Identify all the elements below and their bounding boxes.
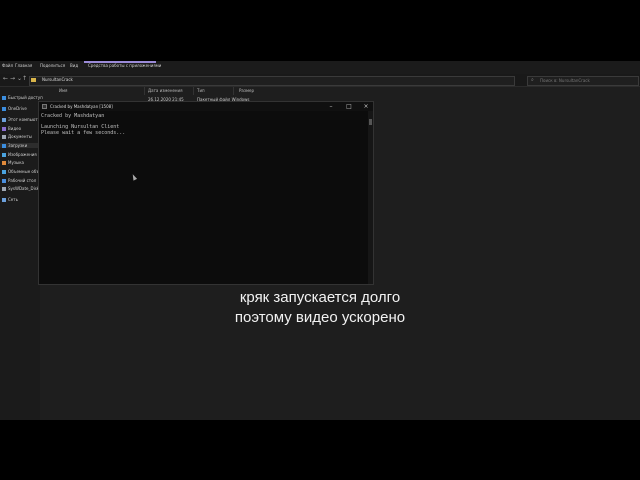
music-icon	[2, 161, 6, 165]
sidebar-item[interactable]: Сеть	[2, 197, 18, 202]
address-path: NursultanCrack	[42, 77, 73, 82]
column-date[interactable]: Дата изменения	[148, 88, 183, 93]
column-separator[interactable]	[233, 87, 234, 95]
search-placeholder: Поиск в: NursultanCrack	[540, 78, 590, 83]
sidebar-item[interactable]: SysWDate_Disk (	[2, 186, 42, 191]
video-caption: кряк запускается долго поэтому видео уск…	[0, 288, 640, 328]
ribbon-bar: Файл Главная Поделиться Вид Средства раб…	[0, 61, 640, 75]
document-icon	[2, 135, 6, 139]
download-icon	[2, 144, 6, 148]
caption-line-1: кряк запускается долго	[239, 289, 401, 306]
up-arrow-icon[interactable]: ↑	[22, 75, 27, 82]
address-input[interactable]: NursultanCrack	[29, 76, 515, 86]
sidebar-item[interactable]: Изображения	[2, 152, 37, 157]
close-icon[interactable]: ×	[358, 102, 374, 111]
video-icon	[2, 127, 6, 131]
sidebar-item[interactable]: Этот компьютер	[2, 117, 43, 122]
sidebar-item-label: Изображения	[8, 152, 37, 157]
maximize-icon[interactable]: □	[341, 102, 357, 111]
caption-line-2: поэтому видео ускорено	[234, 309, 406, 326]
tab-home[interactable]: Главная	[15, 63, 32, 68]
folder-icon	[31, 78, 36, 82]
sidebar-item-label: Рабочий стол	[8, 178, 37, 183]
tab-share[interactable]: Поделиться	[40, 63, 65, 68]
sidebar-item[interactable]: OneDrive	[2, 106, 27, 111]
console-scrollbar[interactable]	[368, 111, 373, 284]
sidebar-item[interactable]: Музыка	[2, 160, 24, 165]
sidebar-item[interactable]: Видео	[2, 126, 21, 131]
tab-view[interactable]: Вид	[70, 63, 78, 68]
star-icon	[2, 96, 6, 100]
sidebar-item[interactable]: Объемные объ	[2, 169, 39, 174]
search-input[interactable]: ⌕ Поиск в: NursultanCrack	[527, 76, 639, 86]
console-title-bar[interactable]: Cracked by Mashdatyan [1508] – □ ×	[39, 102, 373, 111]
console-title: Cracked by Mashdatyan [1508]	[50, 104, 113, 109]
sidebar-item[interactable]: Быстрый доступ	[2, 95, 43, 100]
sidebar-item-label: Документы	[8, 134, 32, 139]
column-size[interactable]: Размер	[239, 88, 254, 93]
cube-icon	[2, 170, 6, 174]
console-line: Cracked by Mashdatyan	[41, 113, 105, 119]
drive-icon	[2, 187, 6, 191]
sidebar-item-label: Объемные объ	[8, 169, 40, 174]
tab-file[interactable]: Файл	[2, 63, 13, 68]
column-separator[interactable]	[193, 87, 194, 95]
search-icon: ⌕	[531, 77, 534, 83]
sidebar-item-label: OneDrive	[8, 106, 27, 111]
console-line: Please wait a few seconds...	[41, 129, 126, 136]
sidebar-item-label: Быстрый доступ	[8, 95, 43, 100]
address-bar-row: ← → ⌄ ↑ NursultanCrack ⌕ Поиск в: Nursul…	[0, 74, 640, 87]
sidebar-item[interactable]: Загрузки	[0, 143, 40, 148]
cloud-icon	[2, 107, 6, 111]
forward-arrow-icon[interactable]: →	[10, 75, 15, 82]
column-separator[interactable]	[144, 87, 145, 95]
sidebar-item-label: SysWDate_Disk (	[8, 186, 42, 191]
back-arrow-icon[interactable]: ←	[3, 75, 8, 82]
image-icon	[2, 153, 6, 157]
sidebar-item-label: Музыка	[8, 160, 24, 165]
sidebar-item[interactable]: Документы	[2, 134, 32, 139]
column-headers: Имя Дата изменения Тип Размер	[40, 87, 640, 95]
network-icon	[2, 198, 6, 202]
sidebar-item-label: Сеть	[8, 197, 18, 202]
scrollbar-thumb[interactable]	[369, 119, 372, 125]
minimize-icon[interactable]: –	[323, 102, 339, 111]
sidebar-item[interactable]: Рабочий стол	[2, 178, 36, 183]
console-output[interactable]: Cracked by Mashdatyan Launching Nursultan…	[39, 111, 368, 284]
navigation-pane: Быстрый доступ OneDrive Этот компьютер Виде…	[0, 87, 43, 420]
sidebar-item-label: Загрузки	[8, 143, 28, 148]
sidebar-item-label: Видео	[8, 126, 22, 131]
console-window[interactable]: Cracked by Mashdatyan [1508] – □ × Crack…	[38, 101, 374, 285]
console-app-icon	[42, 104, 47, 109]
desktop-icon	[2, 179, 6, 183]
computer-icon	[2, 118, 6, 122]
tab-app-tools[interactable]: Средства работы с приложениями	[88, 63, 161, 68]
column-type[interactable]: Тип	[197, 88, 205, 93]
column-name[interactable]: Имя	[59, 88, 67, 93]
